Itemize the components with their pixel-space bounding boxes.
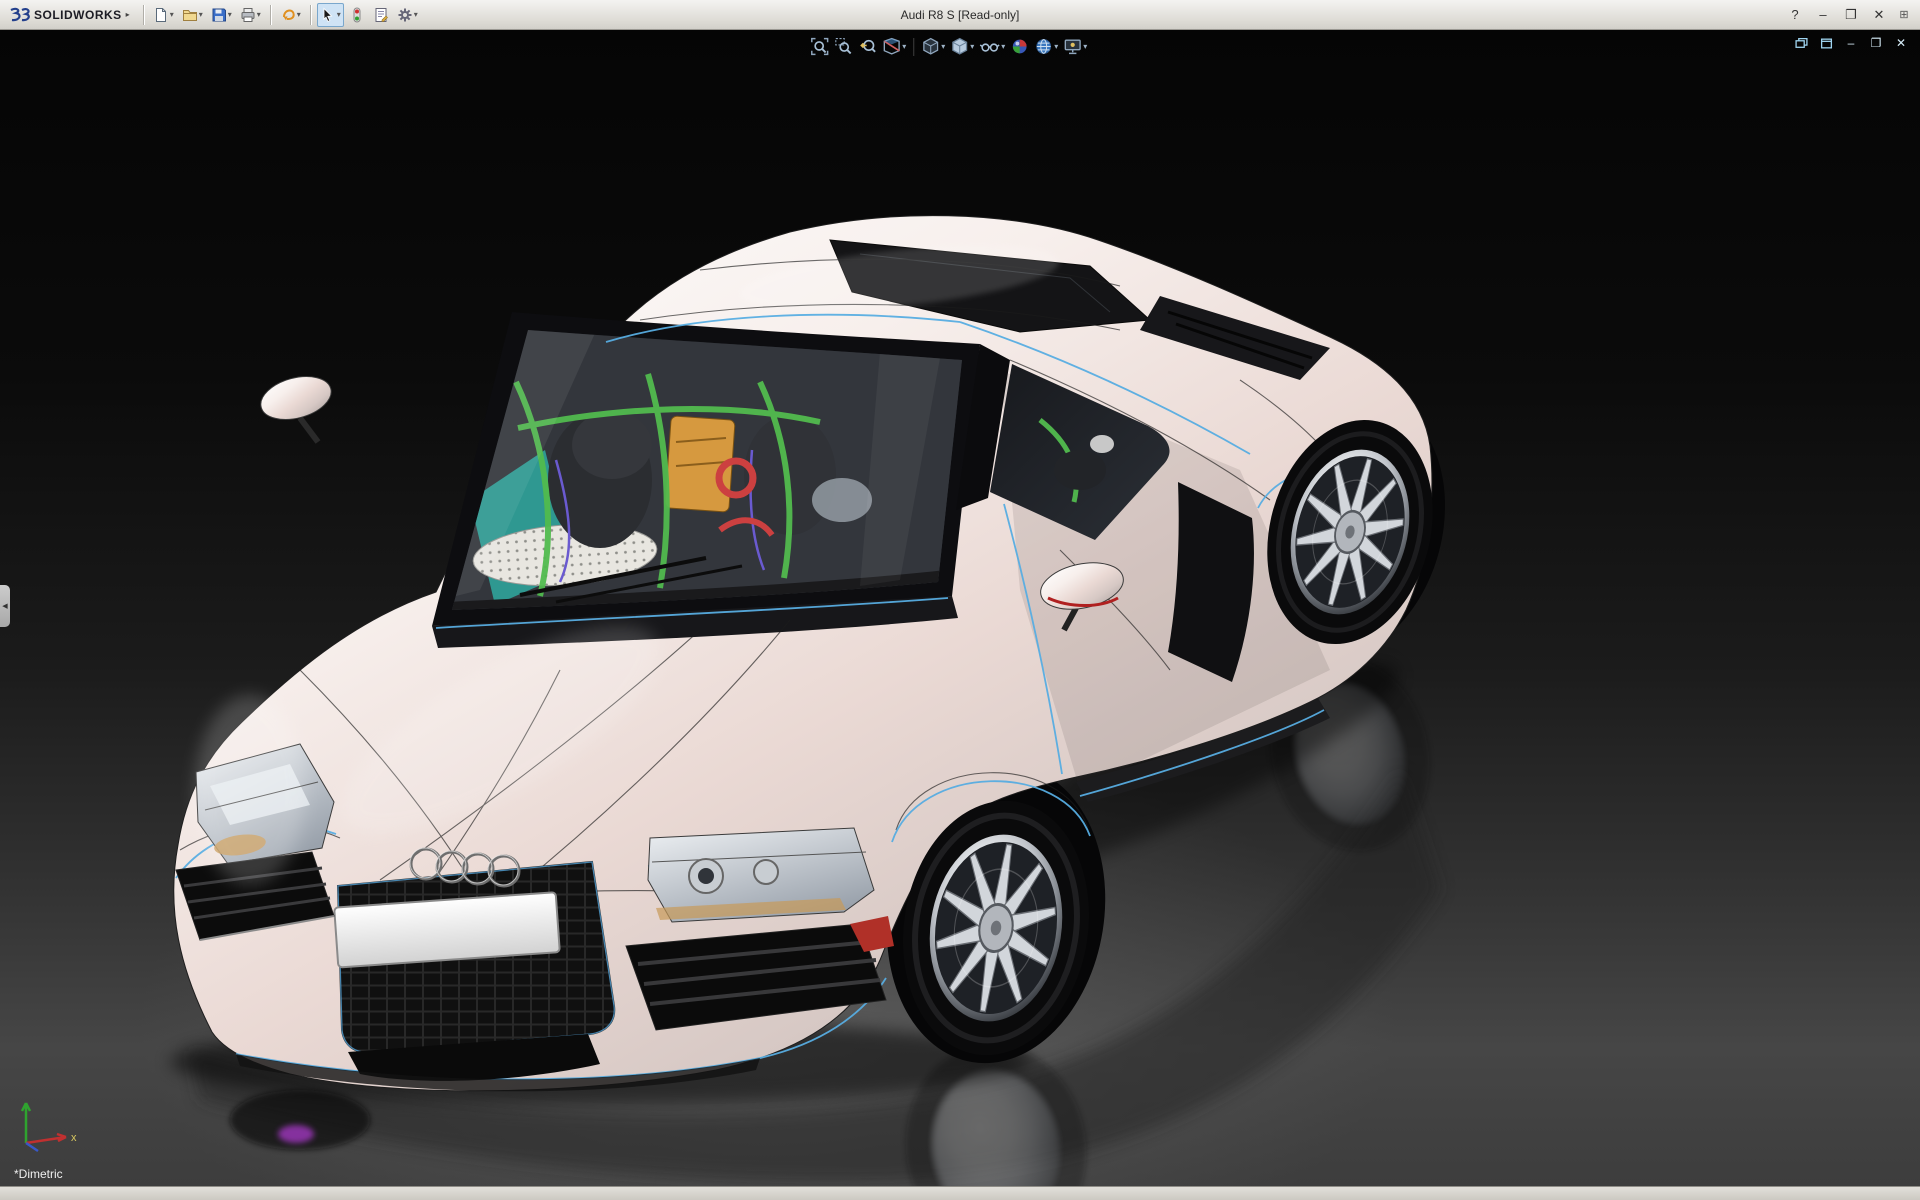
toolbar-separator (143, 5, 144, 25)
model-render[interactable] (0, 30, 1920, 1186)
heads-up-toolbar: ▾ ▾ ▾ ▾ (808, 35, 1089, 58)
file-properties-button[interactable] (370, 3, 392, 27)
options-gear-icon (397, 7, 413, 23)
dassault-3ds-logo-icon (8, 7, 30, 23)
layout-button[interactable]: ⊞ (1894, 4, 1914, 26)
view-settings-button[interactable]: ▾ (1061, 35, 1089, 58)
document-window-button[interactable] (1790, 34, 1812, 52)
panel-collapse-tab[interactable]: ◀ (0, 585, 10, 627)
select-button[interactable]: ▾ (317, 3, 344, 27)
select-cursor-icon (320, 7, 336, 23)
view-cube-icon (921, 37, 940, 56)
help-button[interactable]: ? (1782, 4, 1808, 26)
headlight-right (648, 828, 874, 922)
toolbar-separator (310, 5, 311, 25)
toolbar-separator (913, 38, 914, 56)
eyeglasses-icon (979, 37, 1000, 56)
print-button[interactable]: ▾ (237, 3, 264, 27)
triad-x-label: x (71, 1132, 77, 1144)
solidworks-logo[interactable]: SOLIDWORKS ▸ (6, 7, 138, 23)
zoom-fit-icon (810, 37, 829, 56)
section-view-icon (882, 37, 901, 56)
zoom-area-icon (834, 37, 853, 56)
mirror-left (256, 369, 336, 442)
file-properties-icon (373, 7, 389, 23)
graphics-viewport[interactable]: ▾ ▾ ▾ ▾ (0, 30, 1920, 1186)
scene-globe-icon (1034, 37, 1053, 56)
save-button[interactable]: ▾ (208, 3, 235, 27)
minimize-button[interactable]: – (1810, 4, 1836, 26)
status-bar (0, 1186, 1920, 1200)
document-window-controls: – ❐ ✕ (1790, 34, 1912, 52)
edit-appearance-button[interactable] (1008, 35, 1031, 58)
rebuild-icon (349, 7, 365, 23)
open-button[interactable]: ▾ (179, 3, 206, 27)
rebuild-button[interactable] (346, 3, 368, 27)
brand-name: SOLIDWORKS (34, 8, 122, 22)
display-style-icon (950, 37, 969, 56)
appearance-ball-icon (1010, 37, 1029, 56)
previous-view-button[interactable] (856, 35, 879, 58)
save-icon (211, 7, 227, 23)
document-window-icon (1820, 37, 1833, 50)
doc-close-button[interactable]: ✕ (1890, 34, 1912, 52)
new-document-icon (153, 7, 169, 23)
title-bar: SOLIDWORKS ▸ ▾ ▾ (0, 0, 1920, 30)
print-icon (240, 7, 256, 23)
main-toolbar: ▾ ▾ ▾ ▾ (149, 3, 422, 27)
doc-minimize-button[interactable]: – (1840, 34, 1862, 52)
zoom-to-fit-button[interactable] (808, 35, 831, 58)
section-view-button[interactable]: ▾ (880, 35, 908, 58)
options-button[interactable]: ▾ (394, 3, 421, 27)
apply-scene-button[interactable]: ▾ (1032, 35, 1060, 58)
restore-button[interactable]: ❐ (1838, 4, 1864, 26)
document-window-icon (1795, 37, 1808, 50)
undo-button[interactable]: ▾ (277, 3, 304, 27)
toolbar-separator (270, 5, 271, 25)
open-folder-icon (182, 7, 198, 23)
document-window-button[interactable] (1815, 34, 1837, 52)
display-style-button[interactable]: ▾ (948, 35, 976, 58)
brand-caret-icon: ▸ (126, 10, 130, 19)
orientation-triad-icon: x (12, 1091, 84, 1155)
new-button[interactable]: ▾ (150, 3, 177, 27)
view-orientation-label: *Dimetric (14, 1167, 63, 1181)
previous-view-icon (858, 37, 877, 56)
undo-icon (280, 7, 296, 23)
view-orientation-button[interactable]: ▾ (919, 35, 947, 58)
solidworks-window: SOLIDWORKS ▸ ▾ ▾ (0, 0, 1920, 1200)
close-button[interactable]: ✕ (1866, 4, 1892, 26)
doc-restore-button[interactable]: ❐ (1865, 34, 1887, 52)
zoom-to-area-button[interactable] (832, 35, 855, 58)
window-controls: ? – ❐ ✕ ⊞ (1782, 4, 1914, 26)
orientation-triad: x (12, 1091, 84, 1160)
hide-show-items-button[interactable]: ▾ (977, 35, 1007, 58)
view-settings-icon (1063, 37, 1082, 56)
